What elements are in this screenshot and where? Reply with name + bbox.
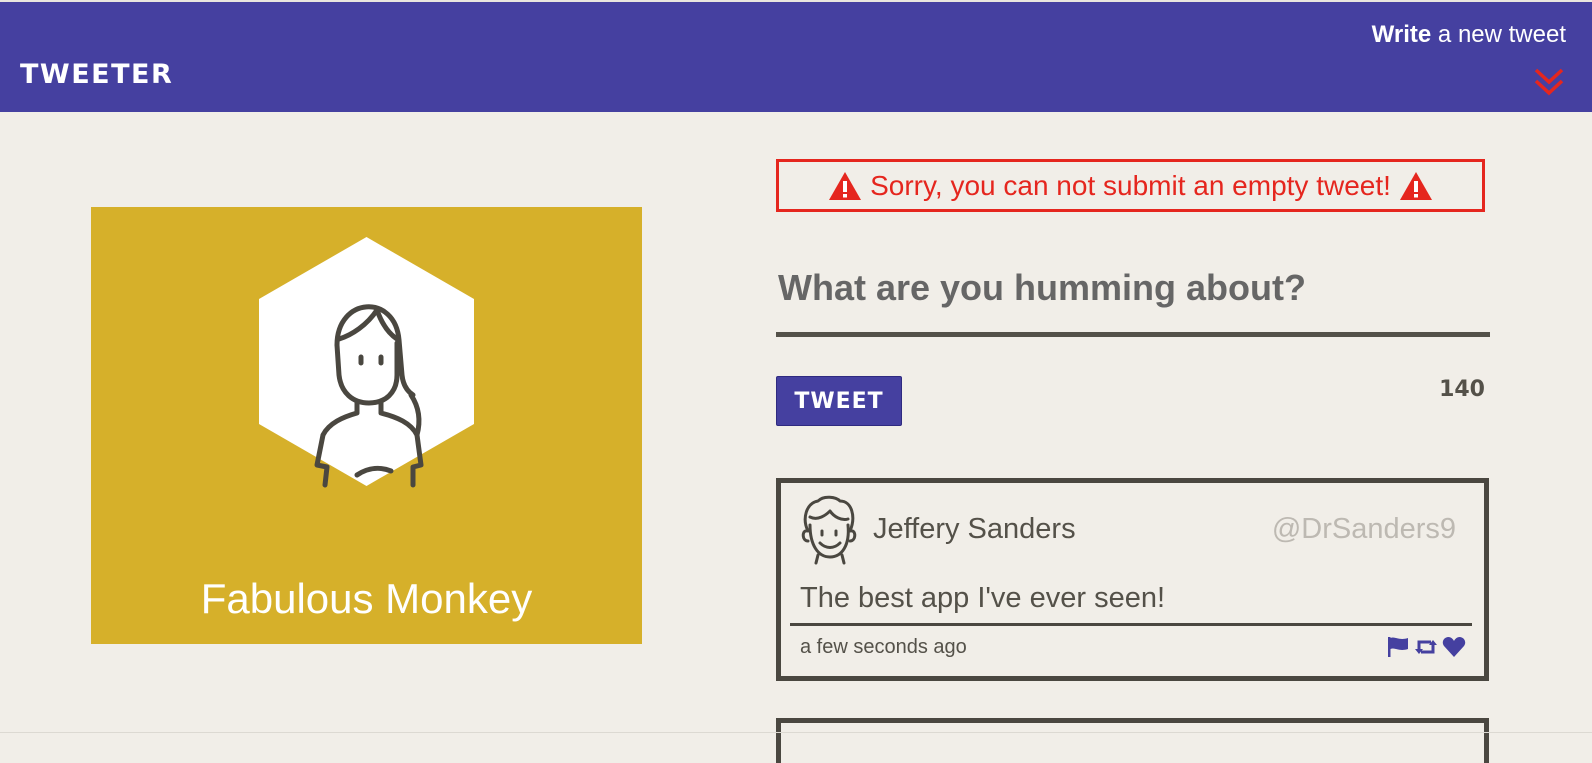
error-text: Sorry, you can not submit an empty tweet… [870, 169, 1391, 201]
bottom-edge [0, 732, 1592, 733]
profile-card: Fabulous Monkey [91, 207, 642, 644]
tweet-author: Jeffery Sanders [873, 513, 1076, 545]
character-counter: 140 [1439, 377, 1485, 402]
man-avatar-icon [801, 495, 857, 565]
tweet-handle: @DrSanders9 [1271, 513, 1456, 545]
compose-toggle-label: Write a new tweet [1372, 21, 1566, 48]
retweet-icon[interactable] [1414, 636, 1438, 658]
tweet-text: The best app I've ever seen! [800, 582, 1166, 614]
compose-rest: a new tweet [1437, 21, 1566, 48]
double-chevron-down-icon[interactable] [1532, 65, 1566, 99]
tweet-input[interactable] [776, 244, 1490, 337]
profile-name: Fabulous Monkey [200, 575, 533, 622]
compose-toggle[interactable]: Write a new tweet [1372, 21, 1566, 96]
tweet-button[interactable]: TWEET [776, 376, 902, 426]
tweet-card: Jeffery Sanders @DrSanders9 The best app… [776, 478, 1489, 681]
tweet-divider [790, 623, 1472, 626]
warning-triangle-icon [829, 171, 862, 200]
flag-icon[interactable] [1386, 636, 1410, 658]
woman-avatar-icon [259, 237, 474, 488]
warning-triangle-icon [1399, 171, 1432, 200]
compose-bold: Write [1371, 21, 1432, 48]
error-message: Sorry, you can not submit an empty tweet… [776, 159, 1485, 212]
heart-icon[interactable] [1442, 636, 1466, 658]
navbar: TWEETER Write a new tweet [0, 2, 1592, 112]
brand-logo[interactable]: TWEETER [20, 59, 173, 90]
tweet-card-next [776, 718, 1489, 763]
tweet-actions [1386, 636, 1466, 658]
tweet-timestamp: a few seconds ago [800, 636, 967, 658]
